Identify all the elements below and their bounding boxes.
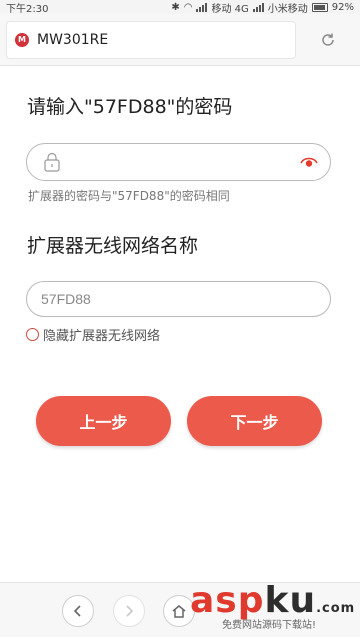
site-favicon-icon: M xyxy=(15,32,29,47)
battery-label: 92% xyxy=(331,1,354,13)
forward-button[interactable] xyxy=(113,595,145,627)
watermark-asp: asp xyxy=(190,580,265,621)
signal2-icon xyxy=(252,2,264,12)
status-icons: ✱ ◠ 移动 4G 小米移动 92% xyxy=(171,0,354,15)
wifi-icon: ◠ xyxy=(183,1,193,13)
signal-icon xyxy=(196,2,208,12)
chevron-right-icon xyxy=(126,605,134,617)
watermark-domain: .com xyxy=(316,601,356,616)
refresh-icon xyxy=(322,33,334,46)
lock-icon xyxy=(44,152,60,172)
battery-icon xyxy=(311,2,328,12)
watermark-ku: ku xyxy=(264,580,317,621)
address-bar[interactable]: M MW301RE xyxy=(6,20,296,59)
back-button[interactable] xyxy=(62,595,94,627)
next-step-button[interactable]: 下一步 xyxy=(187,396,322,446)
hide-network-option[interactable]: 隐藏扩展器无线网络 xyxy=(26,325,160,344)
page-url-title: MW301RE xyxy=(37,31,109,48)
home-icon xyxy=(172,605,186,618)
eye-icon[interactable] xyxy=(300,154,318,170)
carrier2-label: 小米移动 xyxy=(267,3,308,15)
hide-network-label: 隐藏扩展器无线网络 xyxy=(43,329,161,344)
status-bar: 下午2:30 ✱ ◠ 移动 4G 小米移动 92% xyxy=(0,0,360,15)
status-time: 下午2:30 xyxy=(6,3,49,15)
chevron-left-icon xyxy=(73,605,81,617)
network-label: 移动 4G xyxy=(211,3,249,15)
password-hint: 扩展器的密码与"57FD88"的密码相同 xyxy=(28,189,230,203)
ssid-input[interactable]: 57FD88 xyxy=(26,281,331,317)
watermark-subtitle: 免费网站源码下载站! xyxy=(222,620,317,631)
password-field[interactable] xyxy=(26,143,331,181)
page-title: 请输入"57FD88"的密码 xyxy=(27,96,233,118)
previous-step-button[interactable]: 上一步 xyxy=(36,396,171,446)
refresh-button[interactable] xyxy=(308,21,348,59)
watermark-logo: aspku.com xyxy=(190,580,355,621)
hide-network-radio[interactable] xyxy=(26,328,39,341)
ssid-section-title: 扩展器无线网络名称 xyxy=(27,235,199,257)
bluetooth-icon: ✱ xyxy=(171,1,180,13)
browser-toolbar: M MW301RE xyxy=(0,14,360,66)
